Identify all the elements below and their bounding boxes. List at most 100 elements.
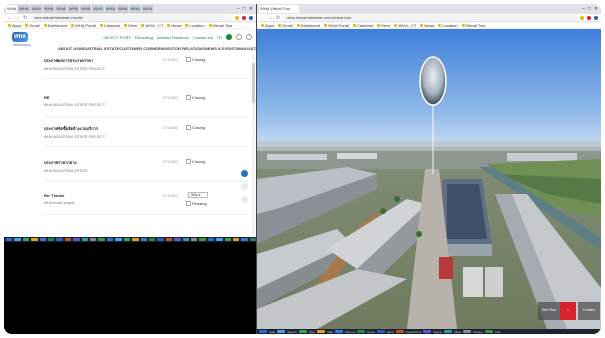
browser-tab[interactable]: WHA: [6, 5, 18, 13]
maximize-icon[interactable]: □: [243, 6, 246, 12]
browser-tab[interactable]: WHA: [43, 5, 55, 13]
browser-tab[interactable]: WHA: [30, 5, 43, 13]
wha-logo[interactable]: WHA INDUSTRIAL: [10, 32, 34, 52]
taskbar-app-icon[interactable]: [334, 330, 343, 333]
bookmark-item[interactable]: News: [420, 23, 434, 28]
reload-icon[interactable]: ↻: [23, 15, 27, 21]
user-icon[interactable]: [236, 34, 242, 40]
forward-icon[interactable]: →: [268, 15, 273, 21]
taskbar-app-icon[interactable]: [298, 330, 307, 333]
bookmark-item[interactable]: Dashboard: [296, 23, 320, 28]
taskbar-app-icon[interactable]: [463, 330, 472, 333]
row-title[interactable]: ประกาศราคากลาง: [44, 159, 248, 166]
taskbar-app-icon[interactable]: [277, 330, 286, 333]
maximize-icon[interactable]: □: [588, 6, 591, 12]
taskbar-app-icon[interactable]: [232, 238, 240, 241]
taskbar-app-icon[interactable]: [224, 238, 231, 241]
taskbar-app-icon[interactable]: [165, 238, 173, 241]
minimize-icon[interactable]: –: [582, 6, 585, 12]
taskbar-app-icon[interactable]: [81, 238, 89, 241]
bookmark-item[interactable]: Calendar: [99, 23, 120, 28]
taskbar-app-icon[interactable]: [14, 238, 21, 241]
taskbar-app-icon[interactable]: [73, 238, 80, 241]
bookmark-item[interactable]: Apps: [8, 23, 21, 28]
taskbar-app-icon[interactable]: [423, 330, 432, 333]
browser-tab[interactable]: WHA: [18, 5, 30, 13]
taskbar-app-icon[interactable]: [207, 238, 215, 241]
bookmark-item[interactable]: Virtual Tour: [208, 23, 233, 28]
search-icon[interactable]: [226, 34, 232, 40]
bookmark-item[interactable]: Drive: [377, 23, 390, 28]
row-title[interactable]: Re: Tender: [44, 193, 248, 198]
nav-item[interactable]: CUSTOMER CORNER: [119, 46, 160, 51]
browser-tab[interactable]: WHA: [92, 5, 104, 13]
taskbar-app-icon[interactable]: [174, 238, 181, 241]
url-input[interactable]: wha-industrialestate.com/virtual-tour: [283, 14, 577, 21]
taskbar-app-icon[interactable]: [182, 238, 189, 241]
minimize-icon[interactable]: –: [237, 6, 240, 12]
taskbar-app-icon[interactable]: [106, 238, 114, 241]
scrollbar-thumb[interactable]: [252, 63, 255, 103]
top-link[interactable]: Contact Us: [193, 35, 213, 40]
scroll-top-icon[interactable]: [241, 183, 248, 190]
top-link[interactable]: Recruiting: [135, 35, 153, 40]
row-title[interactable]: ประกาศจัดซื้อจัดจ้างงานบริการ: [44, 125, 248, 132]
taskbar-app-icon[interactable]: [395, 330, 404, 333]
bookmark-item[interactable]: WHA Portal: [324, 23, 349, 28]
taskbar-app-icon[interactable]: [190, 238, 198, 241]
bookmark-item[interactable]: News: [167, 23, 181, 28]
taskbar-app-icon[interactable]: [48, 238, 55, 241]
nav-item[interactable]: INVESTOR RELATIONS: [161, 46, 205, 51]
close-icon[interactable]: ✕: [249, 6, 253, 12]
table-row[interactable]: ประกาศจัดซื้อจัดจ้างงานบริการ WHA INDUSTR…: [44, 125, 248, 147]
taskbar-app-icon[interactable]: [39, 238, 47, 241]
taskbar-app-icon[interactable]: [241, 238, 248, 241]
table-row[interactable]: ประกาศผลการประกวดราคา WHA INDUSTRIAL ESTA…: [44, 57, 248, 79]
browser-tab[interactable]: WHA: [55, 5, 67, 13]
taskbar-app-icon[interactable]: [64, 238, 72, 241]
taskbar-app-icon[interactable]: [140, 238, 147, 241]
taskbar-app-icon[interactable]: [484, 330, 493, 333]
bookmark-item[interactable]: Gmail: [25, 23, 40, 28]
nav-item[interactable]: INDUSTRIAL ESTATE: [79, 46, 119, 51]
reload-icon[interactable]: ↻: [276, 15, 280, 21]
taskbar-app-icon[interactable]: [216, 238, 223, 241]
taskbar-app-icon[interactable]: [132, 238, 139, 241]
taskbar-app-icon[interactable]: [317, 330, 326, 333]
row-title[interactable]: ประกาศผลการประกวดราคา: [44, 57, 248, 64]
bookmark-item[interactable]: WHA - CT: [394, 23, 416, 28]
extension-icon[interactable]: [587, 15, 591, 20]
bookmark-item[interactable]: Virtual Tour: [461, 23, 486, 28]
taskbar-app-icon[interactable]: [157, 238, 164, 241]
bookmark-item[interactable]: Location: [185, 23, 205, 28]
back-icon[interactable]: ←: [260, 15, 265, 21]
taskbar-app-icon[interactable]: [444, 330, 453, 333]
table-row[interactable]: ประกาศราคากลาง WHA INDUSTRIAL ESTATE 17/10…: [44, 159, 248, 181]
taskbar-app-icon[interactable]: [376, 330, 385, 333]
forward-icon[interactable]: →: [15, 15, 20, 21]
browser-tab[interactable]: WHA: [104, 5, 117, 13]
taskbar-app-icon[interactable]: [123, 238, 131, 241]
taskbar-app-icon[interactable]: [357, 330, 366, 333]
nav-item[interactable]: NEWS & EVENTS: [205, 46, 238, 51]
browser-tab[interactable]: WHA: [67, 5, 80, 13]
back-icon[interactable]: ←: [7, 15, 12, 21]
status-select[interactable]: Wks ▾: [188, 192, 208, 198]
site-plan-button[interactable]: Site Plan: [538, 302, 560, 320]
taskbar-app-icon[interactable]: [259, 330, 267, 333]
bookmark-item[interactable]: Dashboard: [43, 23, 67, 28]
top-link[interactable]: TH: [217, 35, 222, 40]
bookmark-item[interactable]: Calendar: [352, 23, 373, 28]
bookmark-item[interactable]: Drive: [124, 23, 137, 28]
tab-virtual-tour[interactable]: WHA Virtual Tour: [259, 5, 299, 13]
browser-tab[interactable]: WHA: [129, 5, 141, 13]
taskbar-app-icon[interactable]: [90, 238, 97, 241]
taskbar-app-icon[interactable]: [199, 238, 206, 241]
top-link[interactable]: Investor Relations: [157, 35, 189, 40]
bookmark-item[interactable]: WHA - CT: [141, 23, 163, 28]
home-button[interactable]: ⌂: [560, 302, 576, 320]
top-link[interactable]: SELECT PORT: [103, 35, 131, 40]
taskbar-app-icon[interactable]: [31, 238, 38, 241]
aerial-panorama-image[interactable]: [257, 29, 601, 329]
taskbar-app-icon[interactable]: [98, 238, 105, 241]
